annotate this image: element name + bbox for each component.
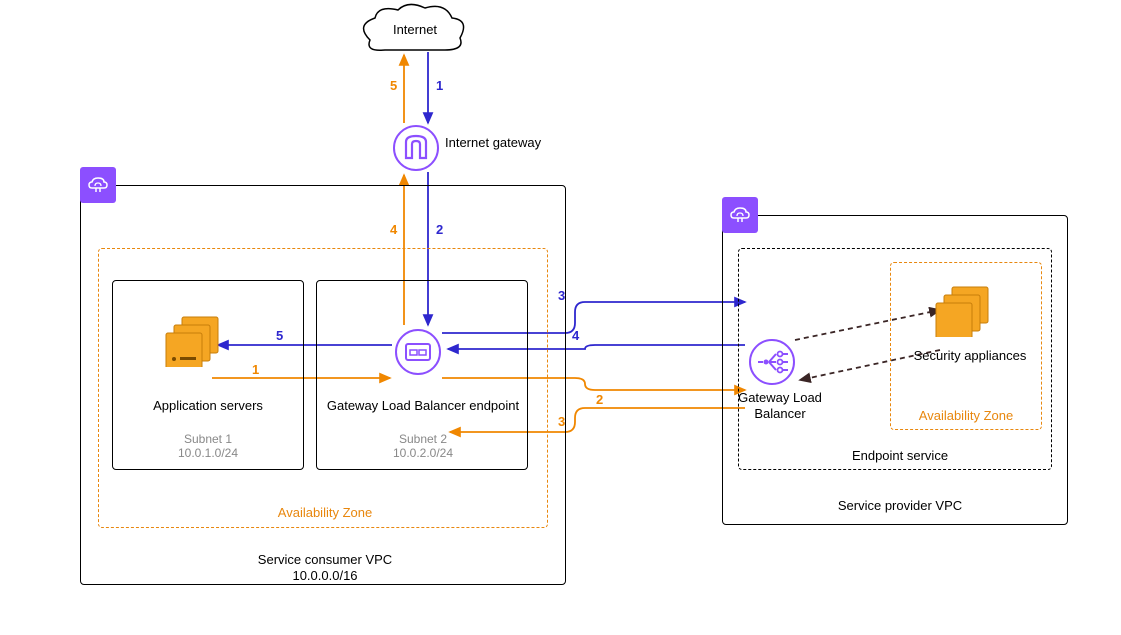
provider-az-label: Availability Zone <box>900 408 1032 423</box>
appliances-label: Security appliances <box>910 348 1030 364</box>
consumer-vpc-cidr: 10.0.0.0/16 <box>200 568 450 583</box>
subnet2-cidr: 10.0.2.0/24 <box>324 446 522 460</box>
flow-blue-2: 2 <box>436 222 443 237</box>
flow-blue-4: 4 <box>572 328 579 343</box>
glb-endpoint-icon <box>394 328 442 376</box>
subnet1-title: Application servers <box>118 398 298 413</box>
subnet1-name: Subnet 1 <box>118 432 298 446</box>
flow-orange-3: 3 <box>558 414 565 429</box>
internet-label: Internet <box>385 22 445 37</box>
provider-vpc-icon <box>722 197 758 233</box>
igw-label: Internet gateway <box>445 135 565 150</box>
consumer-az-label: Availability Zone <box>235 505 415 520</box>
consumer-vpc-icon <box>80 167 116 203</box>
flow-orange-2: 2 <box>596 392 603 407</box>
app-servers-icon <box>160 315 230 367</box>
glb-label: Gateway Load Balancer <box>730 390 830 421</box>
subnet1-cidr: 10.0.1.0/24 <box>118 446 298 460</box>
internet-gateway-icon <box>392 124 440 172</box>
flow-orange-1: 1 <box>252 362 259 377</box>
flow-orange-4: 4 <box>390 222 397 237</box>
flow-blue-3: 3 <box>558 288 565 303</box>
subnet2-title: Gateway Load Balancer endpoint <box>324 398 522 414</box>
endpoint-service-label: Endpoint service <box>820 448 980 463</box>
glb-icon <box>748 338 796 386</box>
security-appliances-icon <box>930 285 1000 337</box>
provider-vpc-title: Service provider VPC <box>800 498 1000 513</box>
subnet2-name: Subnet 2 <box>324 432 522 446</box>
consumer-vpc-title: Service consumer VPC <box>200 552 450 567</box>
flow-blue-1: 1 <box>436 78 443 93</box>
flow-blue-5: 5 <box>276 328 283 343</box>
flow-orange-5: 5 <box>390 78 397 93</box>
